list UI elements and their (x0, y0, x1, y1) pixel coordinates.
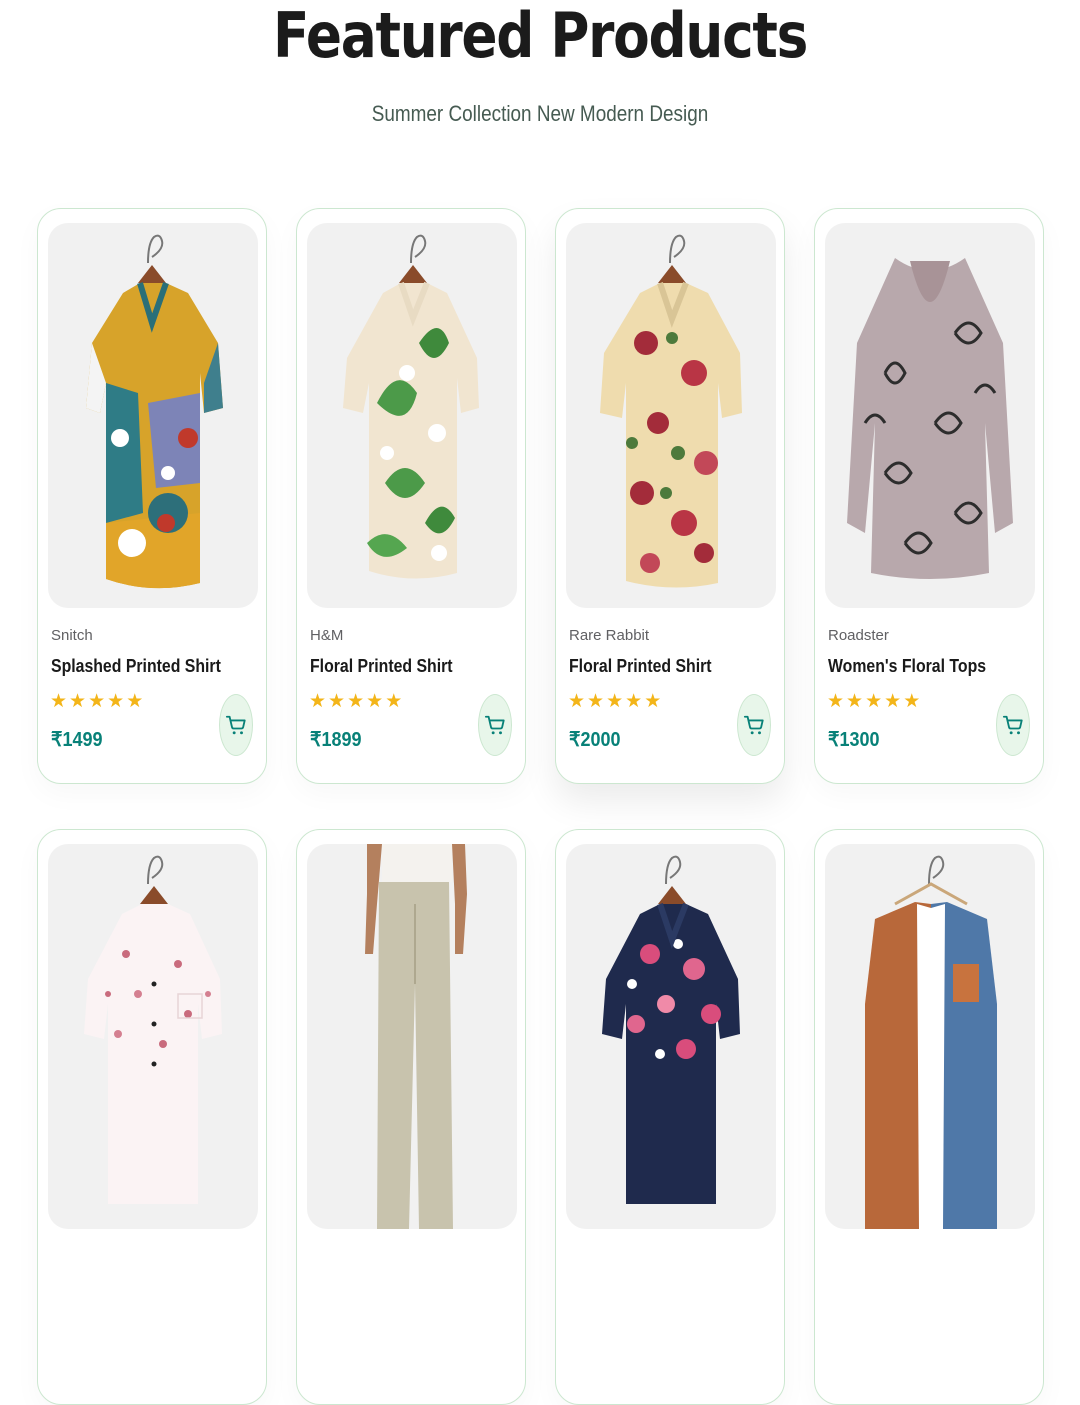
linen-trousers-image (365, 844, 467, 1229)
star-icon: ★ (309, 691, 327, 712)
star-icon: ★ (606, 691, 624, 712)
star-icon: ★ (625, 691, 643, 712)
star-icon: ★ (347, 691, 365, 712)
product-name[interactable]: Floral Printed Shirt (569, 656, 712, 677)
product-grid: Snitch Splashed Printed Shirt ★ ★ ★ ★ ★ … (0, 0, 1080, 1405)
product-brand: H&M (310, 627, 344, 644)
cart-icon (1002, 715, 1023, 735)
product-name[interactable]: Splashed Printed Shirt (51, 656, 221, 677)
product-card[interactable]: Rare Rabbit Floral Printed Shirt ★ ★ ★ ★… (555, 208, 785, 784)
star-icon: ★ (568, 691, 586, 712)
star-icon: ★ (126, 691, 144, 712)
product-image[interactable] (825, 223, 1035, 608)
product-rating: ★ ★ ★ ★ ★ (309, 692, 402, 712)
product-brand: Snitch (51, 627, 93, 644)
star-icon: ★ (366, 691, 384, 712)
product-price: ₹1300 (828, 729, 880, 751)
product-image[interactable] (307, 844, 517, 1229)
star-icon: ★ (88, 691, 106, 712)
product-name[interactable]: Floral Printed Shirt (310, 656, 453, 677)
product-rating: ★ ★ ★ ★ ★ (827, 692, 920, 712)
product-card[interactable]: Roadster Women's Floral Tops ★ ★ ★ ★ ★ ₹… (814, 208, 1044, 784)
add-to-cart-button[interactable] (996, 694, 1030, 756)
star-icon: ★ (846, 691, 864, 712)
product-card[interactable] (814, 829, 1044, 1405)
splashed-printed-shirt-image (86, 234, 223, 589)
product-image[interactable] (825, 844, 1035, 1229)
star-icon: ★ (827, 691, 845, 712)
product-card[interactable] (555, 829, 785, 1405)
star-icon: ★ (587, 691, 605, 712)
star-icon: ★ (69, 691, 87, 712)
product-image[interactable] (48, 844, 258, 1229)
product-card[interactable] (37, 829, 267, 1405)
cart-icon (484, 715, 505, 735)
add-to-cart-button[interactable] (478, 694, 512, 756)
cart-icon (225, 715, 246, 735)
product-price: ₹2000 (569, 729, 621, 751)
pink-blossom-shirt-image (84, 855, 222, 1204)
star-icon: ★ (865, 691, 883, 712)
navy-floral-shirt-image (602, 855, 740, 1204)
product-rating: ★ ★ ★ ★ ★ (568, 692, 661, 712)
product-brand: Roadster (828, 627, 889, 644)
product-image[interactable] (566, 223, 776, 608)
star-icon: ★ (903, 691, 921, 712)
product-image[interactable] (566, 844, 776, 1229)
star-icon: ★ (884, 691, 902, 712)
product-price: ₹1499 (51, 729, 103, 751)
colorblock-shirt-image (865, 855, 997, 1229)
star-icon: ★ (644, 691, 662, 712)
product-card[interactable]: Snitch Splashed Printed Shirt ★ ★ ★ ★ ★ … (37, 208, 267, 784)
product-price: ₹1899 (310, 729, 362, 751)
floral-lily-shirt-image (343, 234, 479, 579)
star-icon: ★ (50, 691, 68, 712)
product-brand: Rare Rabbit (569, 627, 650, 644)
product-card[interactable] (296, 829, 526, 1405)
product-rating: ★ ★ ★ ★ ★ (50, 692, 143, 712)
star-icon: ★ (385, 691, 403, 712)
floral-rose-shirt-image (600, 234, 742, 588)
cart-icon (743, 715, 764, 735)
add-to-cart-button[interactable] (737, 694, 771, 756)
product-name[interactable]: Women's Floral Tops (828, 656, 986, 677)
product-card[interactable]: H&M Floral Printed Shirt ★ ★ ★ ★ ★ ₹1899 (296, 208, 526, 784)
product-image[interactable] (48, 223, 258, 608)
star-icon: ★ (107, 691, 125, 712)
womens-floral-top-image (847, 258, 1013, 579)
star-icon: ★ (328, 691, 346, 712)
add-to-cart-button[interactable] (219, 694, 253, 756)
product-image[interactable] (307, 223, 517, 608)
